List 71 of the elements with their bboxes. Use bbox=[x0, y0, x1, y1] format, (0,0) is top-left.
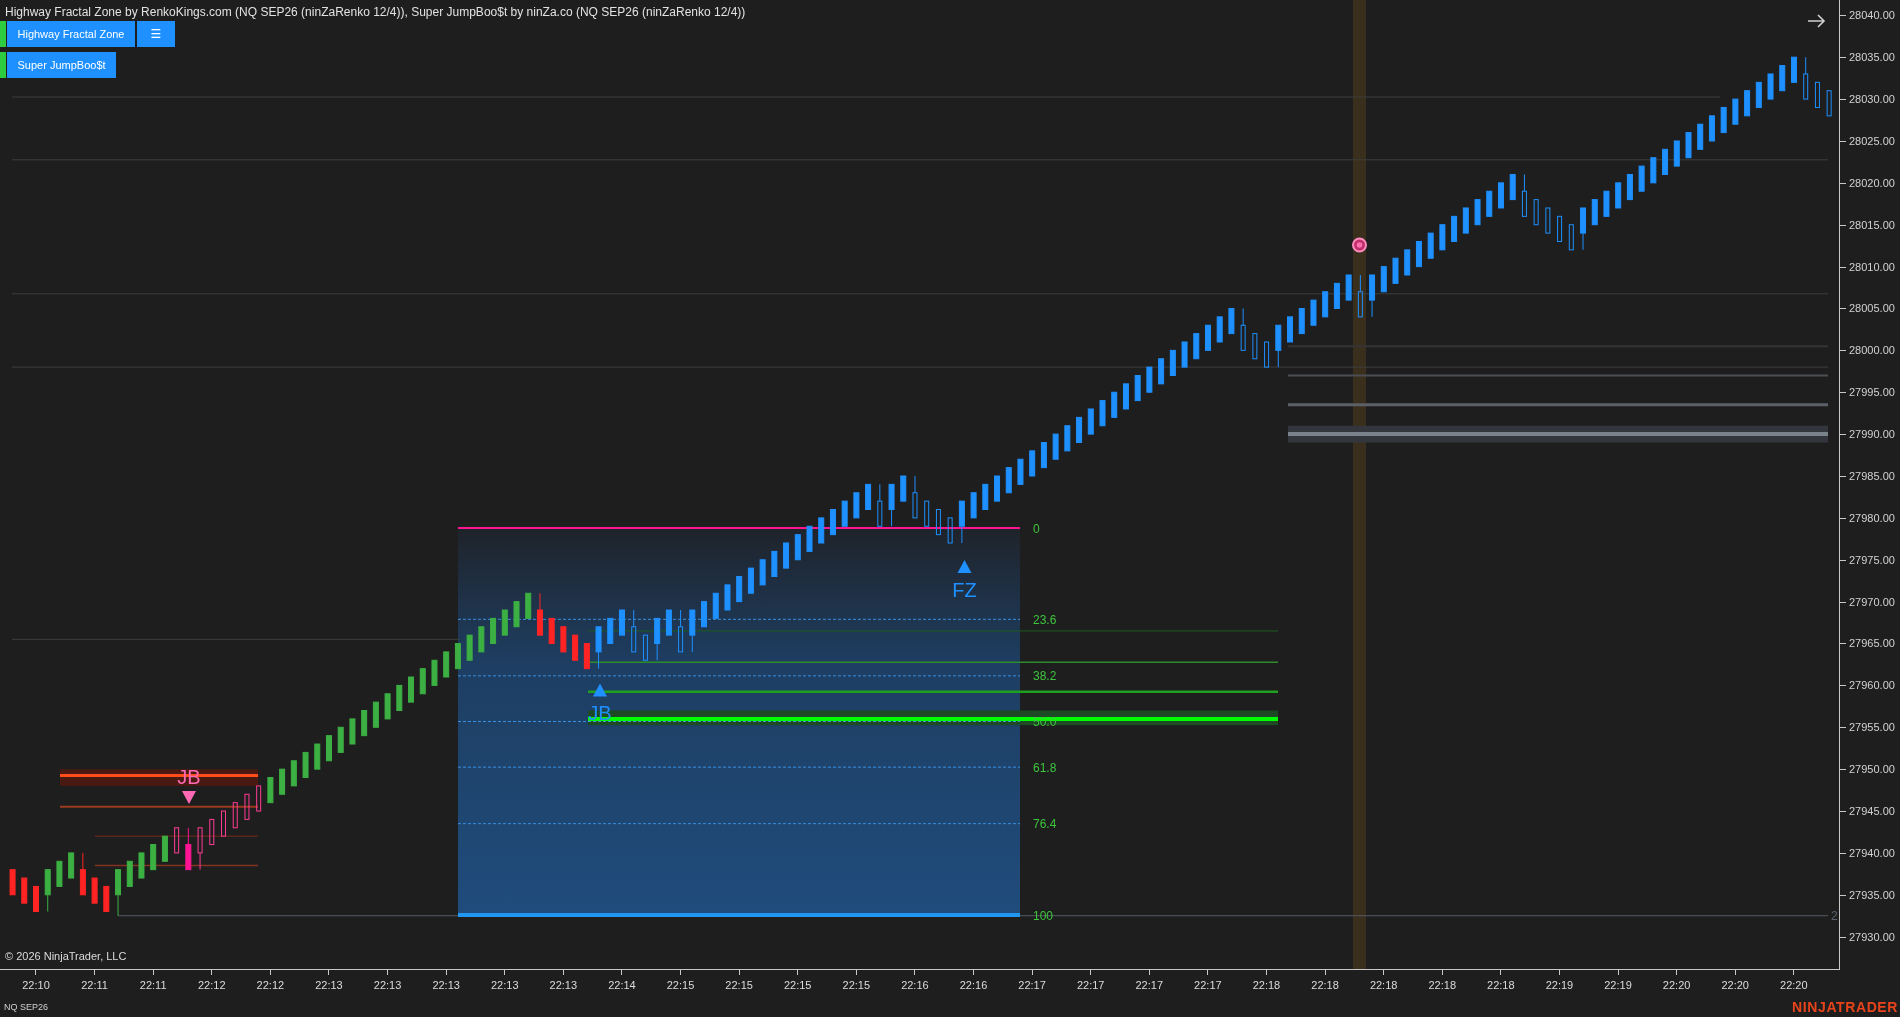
time-label: 22:14 bbox=[608, 979, 636, 992]
price-label: 28005.00 bbox=[1849, 301, 1895, 316]
price-label: 27960.00 bbox=[1849, 678, 1895, 693]
time-label: 22:18 bbox=[1311, 979, 1339, 992]
price-label: 28040.00 bbox=[1849, 8, 1895, 23]
price-label: 28020.00 bbox=[1849, 175, 1895, 190]
price-label: 28025.00 bbox=[1849, 133, 1895, 148]
price-label: 28035.00 bbox=[1849, 50, 1895, 65]
price-label: 27945.00 bbox=[1849, 803, 1895, 818]
price-label: 27930.00 bbox=[1849, 929, 1895, 944]
price-label: 27955.00 bbox=[1849, 720, 1895, 735]
fib-level-label: 61.8 bbox=[1033, 760, 1057, 775]
time-label: 22:13 bbox=[549, 979, 578, 992]
price-label: 27975.00 bbox=[1849, 552, 1895, 567]
fib-level-label: 100 bbox=[1033, 908, 1054, 923]
signal-label: FZ bbox=[952, 578, 977, 601]
time-label: 22:13 bbox=[373, 979, 402, 992]
time-label: 22:20 bbox=[1780, 979, 1808, 992]
time-label: 22:19 bbox=[1604, 979, 1632, 992]
arrow-right-icon[interactable] bbox=[1807, 14, 1826, 28]
price-label: 27935.00 bbox=[1849, 887, 1895, 902]
time-label: 22:13 bbox=[490, 979, 519, 992]
price-label: 27995.00 bbox=[1849, 385, 1895, 400]
price-label: 28030.00 bbox=[1849, 92, 1895, 107]
time-label: 22:15 bbox=[666, 979, 695, 992]
fib-level-label: 38.2 bbox=[1033, 669, 1057, 684]
time-label: 22:16 bbox=[901, 979, 929, 992]
fib-level-label: 23.6 bbox=[1033, 612, 1057, 627]
time-label: 22:18 bbox=[1369, 979, 1398, 992]
time-label: 22:15 bbox=[725, 979, 753, 992]
time-label: 22:10 bbox=[22, 979, 50, 992]
price-label: 28010.00 bbox=[1849, 259, 1895, 274]
price-label: 27990.00 bbox=[1849, 427, 1895, 442]
time-label: 22:18 bbox=[1487, 979, 1515, 992]
logo: NINJATRADER bbox=[1792, 999, 1898, 1015]
time-label: 22:18 bbox=[1428, 979, 1456, 992]
price-label: 27950.00 bbox=[1849, 762, 1895, 777]
chart-title: Highway Fractal Zone by RenkoKings.com (NQ SEP26 (ninZaRenko 12/4)), Super JumpBoo$t by ninZa.co (NQ SEP26 (ninZaRenko 12/4)) bbox=[4, 4, 746, 20]
price-label: 27940.00 bbox=[1849, 845, 1895, 860]
time-label: 22:20 bbox=[1721, 979, 1749, 992]
time-label: 22:18 bbox=[1252, 979, 1281, 992]
indicator-button[interactable]: Highway Fractal Zone bbox=[7, 21, 135, 47]
time-label: 22:11 bbox=[81, 979, 108, 992]
instrument-label: NQ SEP26 bbox=[4, 1001, 49, 1013]
time-label: 22:12 bbox=[198, 979, 226, 992]
price-label: 28015.00 bbox=[1849, 217, 1895, 232]
fib-level-label: 0 bbox=[1033, 521, 1040, 536]
price-label: 27980.00 bbox=[1849, 510, 1895, 525]
copyright-text: © 2026 NinjaTrader, LLC bbox=[4, 949, 127, 963]
indicator-button[interactable]: Super JumpBoo$t bbox=[7, 52, 117, 78]
price-label: 27970.00 bbox=[1849, 594, 1895, 609]
time-label: 22:17 bbox=[1018, 979, 1046, 992]
time-label: 22:13 bbox=[432, 979, 460, 992]
ring-dot-marker-icon bbox=[1352, 237, 1367, 253]
price-label: 28000.00 bbox=[1849, 343, 1895, 358]
time-label: 22:17 bbox=[1135, 979, 1164, 992]
time-label: 22:20 bbox=[1662, 979, 1691, 992]
menu-button[interactable]: ☰ bbox=[137, 21, 175, 47]
fib-level-label: 76.4 bbox=[1033, 817, 1057, 832]
time-label: 22:15 bbox=[842, 979, 871, 992]
time-label: 22:11 bbox=[139, 979, 167, 992]
line-tag: 2 bbox=[1831, 909, 1838, 923]
time-label: 22:13 bbox=[315, 979, 343, 992]
time-label: 22:15 bbox=[783, 979, 812, 992]
time-label: 22:16 bbox=[959, 979, 988, 992]
time-label: 22:19 bbox=[1545, 979, 1574, 992]
price-label: 27965.00 bbox=[1849, 636, 1895, 651]
price-label: 27985.00 bbox=[1849, 468, 1895, 483]
time-label: 22:17 bbox=[1194, 979, 1222, 992]
time-label: 22:17 bbox=[1076, 979, 1105, 992]
time-label: 22:12 bbox=[256, 979, 285, 992]
